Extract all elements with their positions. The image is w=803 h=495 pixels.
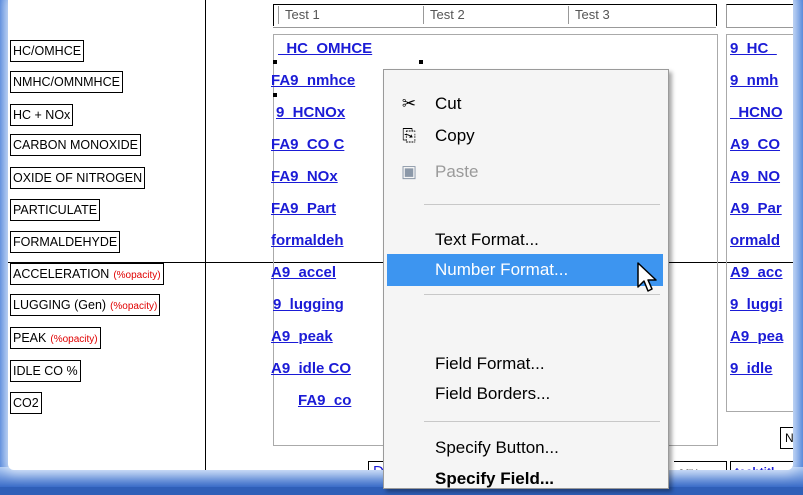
menu-item-label: Paste (435, 162, 479, 181)
paste-icon: ▣ (400, 162, 418, 181)
opacity-note: (%opacity) (113, 270, 161, 281)
menu-item-text-format[interactable]: Text Format... (387, 224, 663, 256)
row-label-lugging: LUGGING (Gen) (%opacity) (10, 294, 161, 316)
field-idle-co[interactable]: A9_idle CO (271, 358, 386, 380)
row-label-particulate: PARTICULATE (10, 199, 101, 221)
row-label-idle-co: IDLE CO % (10, 360, 81, 382)
field-right-hc[interactable]: 9_HC_ (730, 38, 793, 60)
copy-icon: ⎘ (402, 126, 416, 145)
menu-separator (424, 204, 660, 205)
field-nmhce[interactable]: FA9_nmhce (271, 70, 386, 92)
row-label-hc: HC/OMHCE (10, 40, 85, 62)
field-peak[interactable]: A9_peak (271, 326, 386, 348)
row-label-hc-nox: HC + NOx (10, 104, 74, 126)
row-label-acceleration: ACCELERATION (%opacity) (10, 263, 164, 285)
menu-item-label: Field Format... (435, 354, 545, 373)
guide-line (716, 4, 717, 26)
menu-item-label: Specify Field... (435, 469, 555, 488)
mouse-cursor-icon (637, 262, 657, 292)
scissors-icon: ✂ (401, 94, 417, 113)
row-label-nox: OXIDE OF NITROGEN (10, 167, 146, 189)
field-co2[interactable]: FA9_co (298, 390, 386, 412)
field-hcnox[interactable]: 9_HCNOx (276, 102, 386, 124)
menu-item-specify-button[interactable]: Specify Button... (387, 432, 663, 464)
menu-item-number-format[interactable]: Number Format... (387, 254, 663, 286)
context-menu: ✂ Cut ⎘ Copy ▣ Paste Text Format... Numb… (383, 69, 669, 489)
field-right-particulate[interactable]: A9_Par (730, 198, 793, 220)
field-bottom-side[interactable]: NO (780, 427, 793, 449)
guide-line (205, 0, 206, 470)
menu-item-field-borders[interactable]: Field Borders... (387, 378, 663, 410)
menu-item-label: Specify Button... (435, 438, 559, 457)
field-right-peak[interactable]: A9_pea (730, 326, 793, 348)
column-header-test-2: Test 2 (423, 6, 568, 24)
menu-item-label: Number Format... (435, 260, 569, 279)
row-label-co2: CO2 (10, 392, 42, 414)
menu-separator (424, 294, 660, 295)
field-co[interactable]: FA9_CO C (271, 134, 386, 156)
row-label-peak: PEAK (%opacity) (10, 327, 101, 349)
menu-item-copy[interactable]: ⎘ Copy (387, 120, 663, 152)
menu-item-paste[interactable]: ▣ Paste (387, 156, 663, 188)
opacity-note: (%opacity) (110, 301, 158, 312)
field-right-hcnox[interactable]: _HCNO (730, 102, 793, 124)
menu-item-label: Copy (435, 126, 475, 145)
field-bottom-right[interactable]: techtitl (730, 461, 793, 470)
selection-handle[interactable] (419, 60, 423, 64)
field-right-co[interactable]: A9_CO (730, 134, 793, 156)
field-lugging[interactable]: 9_lugging (273, 294, 386, 316)
field-right-formaldehyde[interactable]: ormald (730, 230, 793, 252)
column-header-test-3: Test 3 (568, 6, 716, 24)
column-header-test-4 (726, 4, 793, 28)
field-bottom-mid[interactable]: egy (674, 461, 727, 470)
menu-item-label: Cut (435, 94, 462, 113)
selection-handle[interactable] (273, 93, 277, 97)
field-right-acceleration[interactable]: A9_acc (730, 262, 793, 284)
menu-item-specify-field[interactable]: Specify Field... (387, 463, 663, 495)
guide-line (273, 4, 274, 26)
field-right-nmhce[interactable]: 9_nmh (730, 70, 793, 92)
selection-handle[interactable] (273, 60, 277, 64)
menu-item-cut[interactable]: ✂ Cut (387, 88, 663, 120)
menu-separator (424, 421, 660, 422)
menu-item-label: Field Borders... (435, 384, 551, 403)
row-label-co: CARBON MONOXIDE (10, 134, 142, 156)
field-formaldehyde[interactable]: formaldeh (271, 230, 386, 252)
field-acceleration[interactable]: A9_accel (271, 262, 386, 284)
menu-item-field-format[interactable]: Field Format... (387, 348, 663, 380)
row-label-formaldehyde: FORMALDEHYDE (10, 231, 121, 253)
field-right-lugging[interactable]: 9_luggi (730, 294, 793, 316)
opacity-note: (%opacity) (50, 334, 98, 345)
field-right-idle[interactable]: 9_idle (730, 358, 793, 380)
field-nox[interactable]: FA9_NOx (271, 166, 386, 188)
field-hc-omhce[interactable]: _HC_OMHCE (278, 38, 428, 60)
row-label-nmhc: NMHC/OMNMHCE (10, 71, 123, 93)
menu-item-label: Text Format... (435, 230, 539, 249)
field-particulate[interactable]: FA9_Part (271, 198, 386, 220)
column-header-test-1: Test 1 (278, 6, 423, 24)
field-right-nox[interactable]: A9_NO (730, 166, 793, 188)
